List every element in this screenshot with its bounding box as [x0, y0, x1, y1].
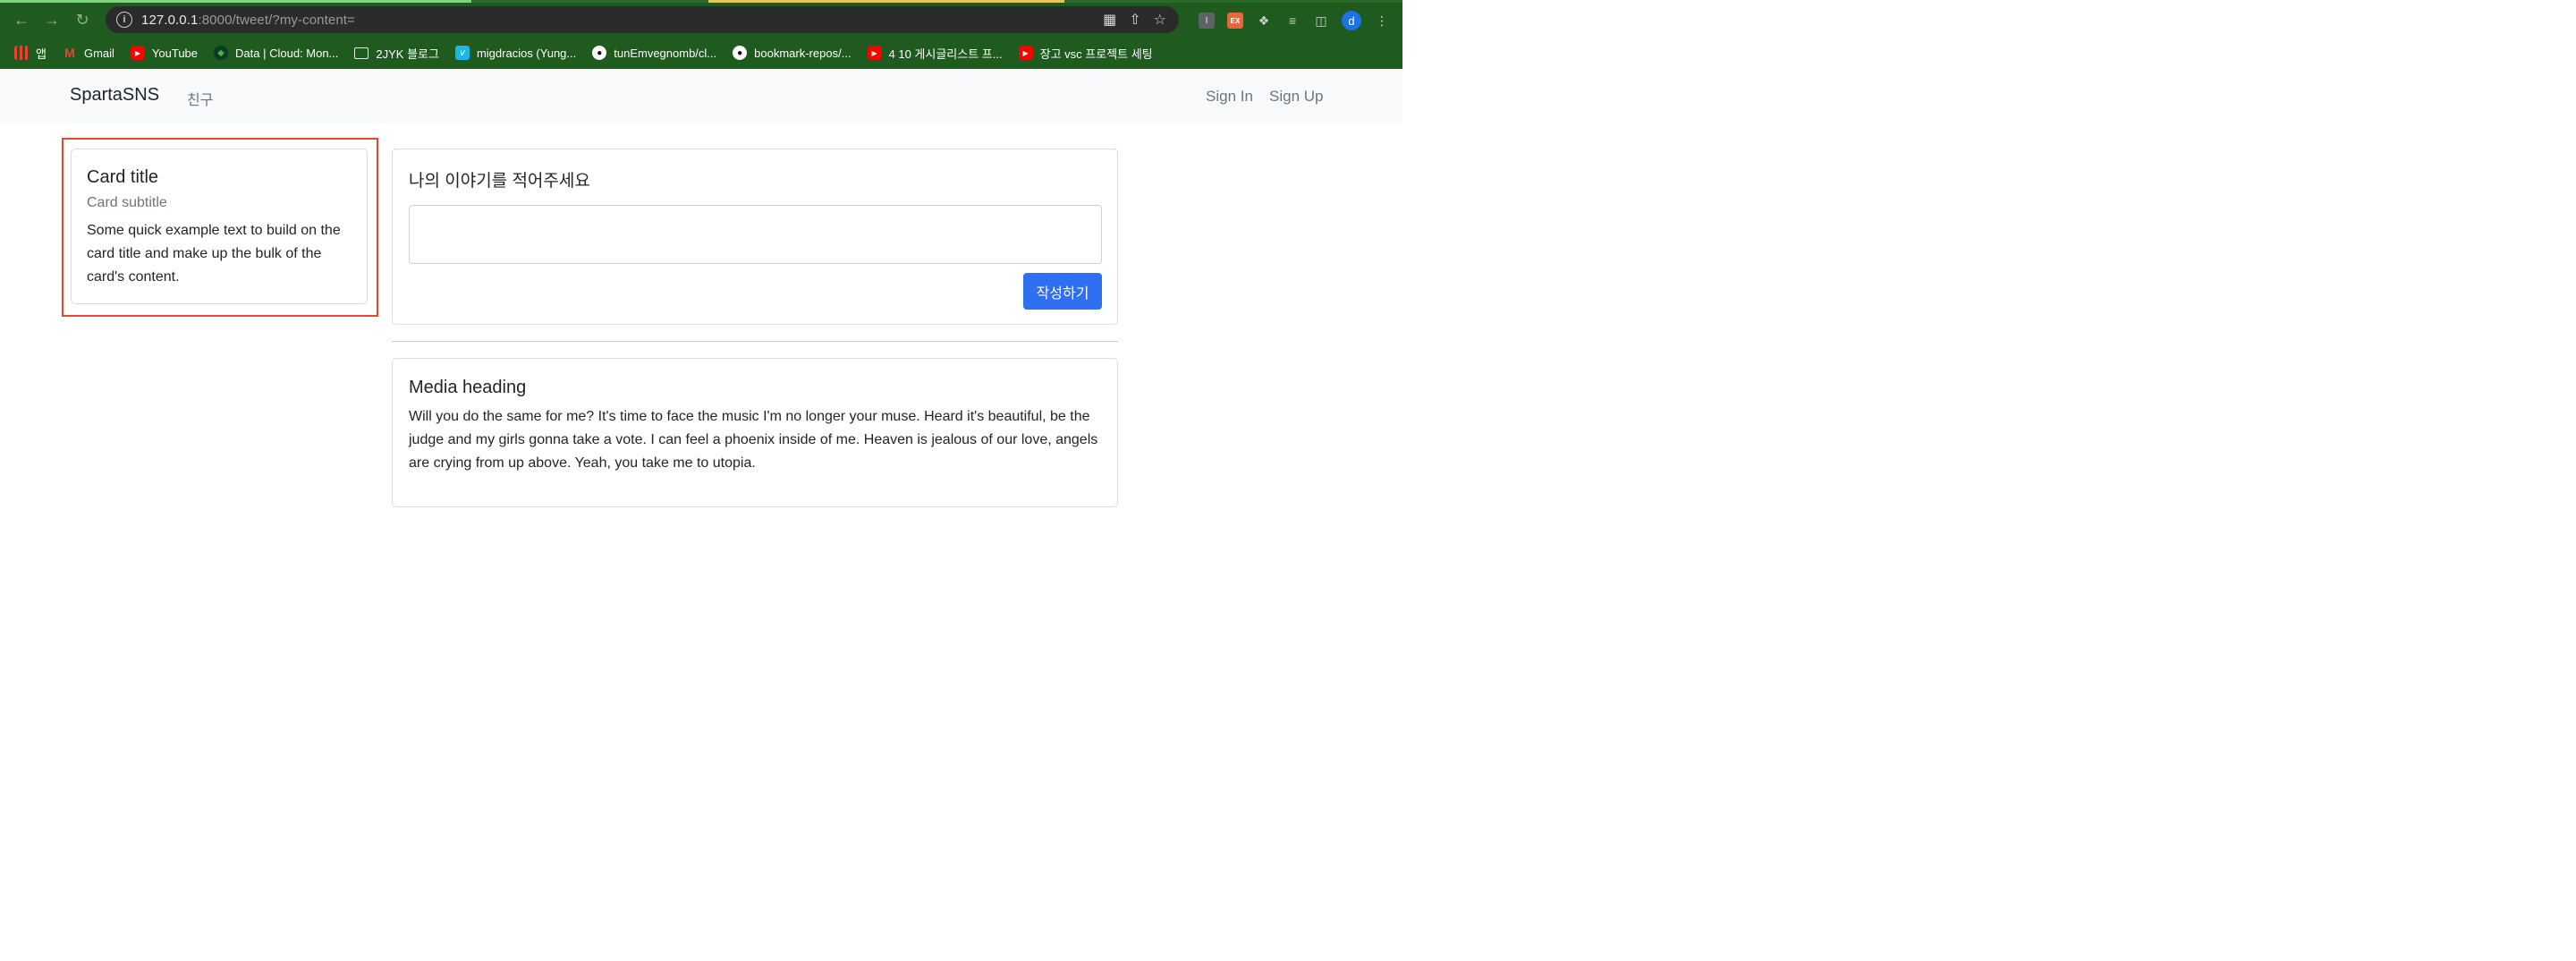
site-navbar: SpartaSNS 친구 Sign In Sign Up [0, 69, 1402, 124]
youtube-icon: ▶ [867, 46, 882, 60]
bookmark-apps[interactable]: 앱 [14, 45, 47, 62]
card-subtitle: Card subtitle [87, 195, 167, 210]
bookmark-youtube[interactable]: ▶ YouTube [130, 46, 198, 60]
reload-icon[interactable]: ↻ [72, 9, 93, 30]
gmail-icon: M [64, 46, 75, 60]
vimeo-icon: v [454, 46, 470, 60]
share-icon[interactable]: ⇧ [1129, 11, 1140, 29]
back-arrow-icon[interactable]: ← [11, 9, 32, 30]
extension-icon[interactable]: I [1199, 13, 1215, 29]
content-textarea[interactable] [409, 205, 1102, 264]
browser-toolbar: ← → ↻ i 127.0.0.1:8000/tweet/?my-content… [0, 3, 1402, 37]
bookmark-github-2[interactable]: ● bookmark-repos/... [733, 46, 852, 60]
youtube-icon: ▶ [1018, 46, 1033, 60]
bookmark-youtube-2[interactable]: ▶ 4 10 게시글리스트 프... [867, 45, 1003, 62]
extensions-area: I EX ❖ ≡ ◫ d ⋮ [1199, 11, 1390, 30]
sign-in-link[interactable]: Sign In [1206, 88, 1253, 106]
forward-arrow-icon[interactable]: → [41, 9, 63, 30]
github-icon: ● [592, 46, 607, 60]
folder-icon [354, 47, 369, 59]
card-text: Some quick example text to build on the … [87, 223, 341, 285]
mongodb-icon: ◆ [214, 46, 229, 60]
reading-list-icon[interactable]: ≡ [1284, 13, 1301, 29]
submit-button[interactable]: 작성하기 [1023, 273, 1102, 310]
youtube-icon: ▶ [130, 46, 145, 60]
bookmark-mongodb[interactable]: ◆ Data | Cloud: Mon... [214, 46, 338, 60]
divider [392, 341, 1118, 342]
brand-link[interactable]: SpartaSNS [70, 85, 159, 106]
media-heading: Media heading [409, 378, 527, 397]
sign-up-link[interactable]: Sign Up [1269, 88, 1323, 106]
bookmark-folder[interactable]: 2JYK 블로그 [354, 45, 439, 62]
write-heading: 나의 이야기를 적어주세요 [409, 172, 590, 191]
side-panel-icon[interactable]: ◫ [1313, 13, 1329, 29]
bookmark-gmail[interactable]: M Gmail [63, 46, 114, 60]
github-icon: ● [733, 46, 748, 60]
nav-friends-link[interactable]: 친구 [187, 88, 213, 109]
media-card: Media heading Will you do the same for m… [392, 358, 1118, 507]
browser-chrome: ← → ↻ i 127.0.0.1:8000/tweet/?my-content… [0, 0, 1402, 69]
translate-icon[interactable]: ▦ [1103, 11, 1116, 29]
media-text: Will you do the same for me? It's time t… [409, 409, 1098, 471]
url-text[interactable]: 127.0.0.1:8000/tweet/?my-content= [141, 13, 355, 28]
star-icon[interactable]: ☆ [1154, 11, 1166, 29]
ex-extension-icon[interactable]: EX [1227, 13, 1243, 29]
card-title: Card title [87, 167, 159, 187]
site-info-icon[interactable]: i [116, 12, 132, 28]
profile-avatar[interactable]: d [1342, 11, 1361, 30]
bookmark-vimeo[interactable]: v migdracios (Yung... [454, 46, 576, 60]
bookmark-github-1[interactable]: ● tunEmvegnomb/cl... [592, 46, 716, 60]
write-card: 나의 이야기를 적어주세요 작성하기 [392, 149, 1118, 325]
apps-icon [14, 46, 29, 60]
profile-card: Card title Card subtitle Some quick exam… [71, 149, 368, 304]
bookmarks-bar: 앱 M Gmail ▶ YouTube ◆ Data | Cloud: Mon... … [0, 39, 1402, 66]
puzzle-icon[interactable]: ❖ [1256, 13, 1272, 29]
menu-kebab-icon[interactable]: ⋮ [1374, 13, 1390, 29]
bookmark-youtube-3[interactable]: ▶ 장고 vsc 프로젝트 세팅 [1018, 45, 1153, 62]
address-bar[interactable]: i 127.0.0.1:8000/tweet/?my-content= ▦ ⇧ … [106, 6, 1179, 33]
